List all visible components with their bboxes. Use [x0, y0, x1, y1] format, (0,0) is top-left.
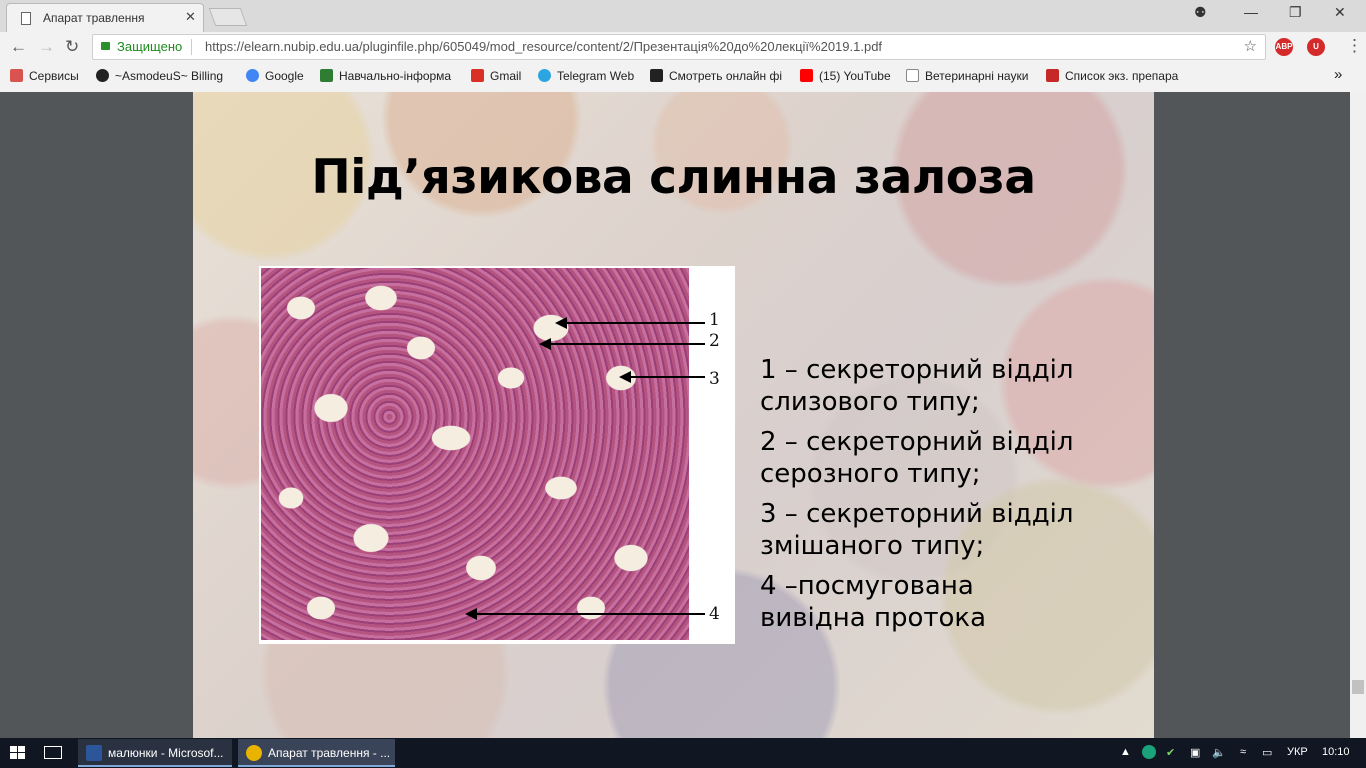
profile-icon[interactable]: ⚉	[1194, 4, 1207, 21]
forward-arrow-icon[interactable]: →	[38, 37, 55, 57]
apps-grid-icon	[10, 69, 23, 82]
scrollbar-thumb[interactable]	[1352, 680, 1364, 694]
slide-title: Під’язикова слинна залоза	[311, 150, 1036, 205]
bookmark-item[interactable]: Смотреть онлайн фі	[650, 69, 782, 83]
tab-title: Апарат травлення	[43, 11, 145, 25]
bookmark-item[interactable]: Telegram Web	[538, 69, 634, 83]
vertical-scrollbar[interactable]	[1350, 92, 1366, 738]
tab-close-icon[interactable]: ✕	[185, 9, 196, 25]
bookmark-star-icon[interactable]: ☆	[1244, 37, 1257, 55]
menu-kebab-icon[interactable]: ⋮	[1346, 36, 1363, 56]
tray-chevron-icon[interactable]: ▲	[1120, 746, 1131, 758]
legend-item: 4 –посмугована вивідна протока	[760, 571, 987, 633]
taskbar-app-chrome[interactable]: Апарат травлення - ...	[238, 739, 395, 767]
adblock-icon[interactable]: ABP	[1275, 38, 1293, 56]
lock-icon	[101, 42, 110, 50]
bookmark-item[interactable]: (15) YouTube	[800, 69, 891, 83]
slide-page: Під’язикова слинна залоза 1 2 3 4 1 – се…	[193, 92, 1154, 738]
page-icon	[21, 12, 31, 25]
micrograph-figure: 1 2 3 4	[259, 266, 735, 644]
telegram-icon	[538, 69, 551, 82]
page-icon	[906, 69, 919, 82]
language-indicator[interactable]: УКР	[1287, 746, 1308, 758]
maximize-button[interactable]: ❐	[1289, 4, 1302, 21]
figure-label-3: 3	[709, 369, 720, 389]
bookmark-item[interactable]: Навчально-інформа	[320, 69, 451, 83]
bookmarks-more-icon[interactable]: »	[1334, 66, 1342, 83]
network-icon[interactable]: ▣	[1190, 746, 1200, 759]
bookmark-item[interactable]: ~AsmodeuS~ Billing	[96, 69, 223, 83]
battery-icon[interactable]: ▭	[1262, 746, 1272, 759]
url-text[interactable]: https://elearn.nubip.edu.ua/pluginfile.p…	[205, 39, 882, 54]
arrow-2	[539, 338, 705, 350]
omnibox-divider	[191, 39, 192, 55]
bookmark-icon	[1046, 69, 1059, 82]
google-icon	[246, 69, 259, 82]
taskbar: малюнки - Microsof... Апарат травлення -…	[0, 738, 1366, 768]
arrow-1	[555, 317, 705, 329]
figure-legend: 1 – секреторний відділ слизового типу; 2 …	[760, 354, 1150, 642]
minimize-button[interactable]: —	[1244, 4, 1258, 20]
legend-item: 1 – секреторний відділ слизового типу;	[760, 355, 1074, 417]
tab-active[interactable]: Апарат травлення ✕	[6, 3, 204, 32]
bookmarks-bar: Сервисы ~AsmodeuS~ Billing Google Навчал…	[0, 64, 1366, 90]
back-arrow-icon[interactable]: ←	[10, 37, 27, 57]
bookmark-item[interactable]: Сервисы	[10, 69, 79, 83]
tray-update-icon[interactable]: ✔	[1166, 746, 1175, 759]
bookmark-item[interactable]: Ветеринарні науки	[906, 69, 1028, 83]
arrow-4	[465, 608, 705, 620]
legend-item: 2 – секреторний відділ серозного типу;	[760, 427, 1074, 489]
browser-chrome: Апарат травлення ✕ ⚉ — ❐ ✕ ← → ↻ Защищен…	[0, 0, 1366, 92]
clock[interactable]: 10:10	[1322, 746, 1350, 758]
windows-start-icon[interactable]	[10, 746, 25, 760]
shield-icon	[320, 69, 333, 82]
secure-label: Защищено	[117, 39, 183, 54]
bookmark-item[interactable]: Список экз. препара	[1046, 69, 1178, 83]
ublock-icon[interactable]: U	[1307, 38, 1325, 56]
gmail-icon	[471, 69, 484, 82]
chrome-icon	[246, 745, 262, 761]
wifi-icon[interactable]: ≈	[1240, 746, 1246, 758]
youtube-icon	[800, 69, 813, 82]
figure-label-2: 2	[709, 331, 720, 351]
reload-icon[interactable]: ↻	[65, 37, 79, 57]
new-tab-button[interactable]	[208, 8, 248, 26]
address-bar[interactable]: Защищено https://elearn.nubip.edu.ua/plu…	[92, 34, 1266, 60]
c-logo-icon	[96, 69, 109, 82]
bookmark-item[interactable]: Gmail	[471, 69, 521, 83]
legend-item: 3 – секреторний відділ змішаного типу;	[760, 499, 1074, 561]
taskbar-app-word[interactable]: малюнки - Microsof...	[78, 739, 232, 767]
word-icon	[86, 745, 102, 761]
hd-icon	[650, 69, 663, 82]
figure-label-1: 1	[709, 310, 720, 330]
figure-label-4: 4	[709, 604, 720, 624]
arrow-3	[619, 371, 705, 383]
bookmark-item[interactable]: Google	[246, 69, 304, 83]
volume-icon[interactable]: 🔈	[1212, 746, 1226, 759]
task-view-icon[interactable]	[44, 746, 62, 759]
tab-strip: Апарат травлення ✕ ⚉ — ❐ ✕	[0, 0, 1366, 32]
close-window-button[interactable]: ✕	[1334, 4, 1346, 21]
tray-app-icon[interactable]	[1142, 745, 1156, 759]
